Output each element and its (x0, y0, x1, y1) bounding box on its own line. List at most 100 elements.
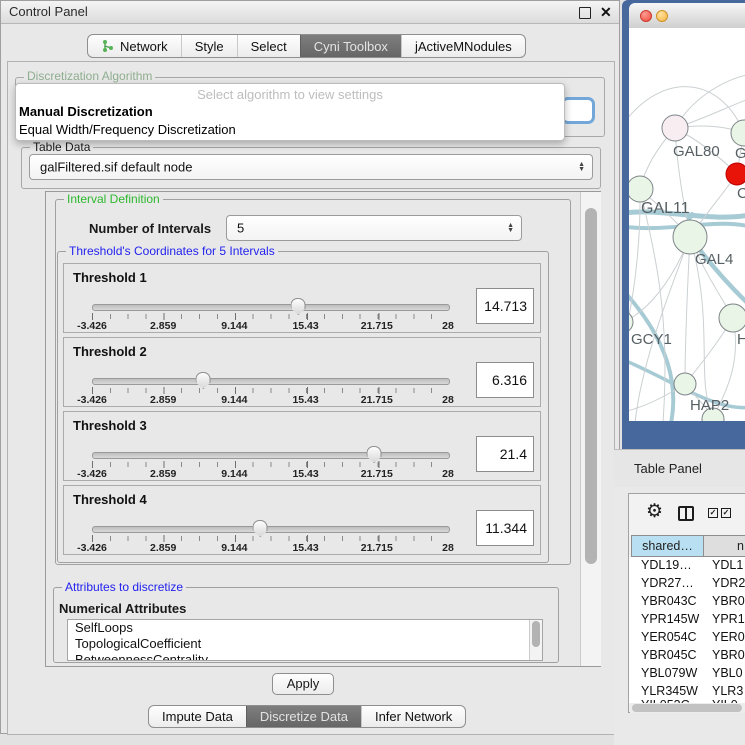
attributes-list-scrollbar-thumb[interactable] (532, 621, 540, 647)
apply-button[interactable]: Apply (272, 673, 334, 695)
attributes-list-scrollbar[interactable] (529, 620, 542, 661)
column-header-shared-name[interactable]: shared… (631, 535, 704, 557)
tick-label: 21.715 (361, 542, 393, 554)
float-window-icon[interactable] (579, 7, 591, 19)
algorithm-option-manual[interactable]: Manual Discretization (19, 104, 153, 119)
tab-network-label: Network (120, 39, 168, 54)
network-view[interactable]: GAL80 GA C GAL11 GAL4 GCY1 H HAP2 (629, 28, 745, 421)
threshold-1-slider[interactable] (92, 304, 450, 311)
number-of-intervals-combobox[interactable]: 5 ▲▼ (226, 215, 522, 241)
table-settings-gear-icon[interactable]: ⚙ (646, 503, 663, 521)
tab-select[interactable]: Select (237, 35, 300, 57)
tick-label: 2.859 (150, 320, 176, 332)
tab-discretize-data[interactable]: Discretize Data (246, 706, 361, 727)
settings-scrollbar[interactable] (580, 192, 601, 666)
tick-label: 9.144 (221, 394, 247, 406)
numerical-attributes-list[interactable]: SelfLoops TopologicalCoefficient Between… (67, 619, 543, 661)
algorithm-option-equal-width[interactable]: Equal Width/Frequency Discretization (19, 122, 236, 137)
threshold-4-slider[interactable] (92, 526, 450, 533)
threshold-3-value-field[interactable]: 21.4 (476, 436, 534, 472)
list-item[interactable]: TopologicalCoefficient (68, 636, 542, 652)
tab-infer-network[interactable]: Infer Network (361, 706, 465, 727)
threshold-2-label: Threshold 2 (73, 344, 147, 359)
table-hscrollbar-thumb[interactable] (632, 704, 742, 712)
cell: YER054C (641, 630, 697, 644)
node-h[interactable] (719, 304, 745, 332)
discretization-algorithm-title: Discretization Algorithm (24, 69, 155, 83)
algorithm-dropdown-popup: Select algorithm to view settings Manual… (15, 83, 565, 141)
tab-network[interactable]: Network (88, 35, 181, 57)
table-row[interactable]: YER054CYER0 (629, 629, 745, 647)
table-data-combobox[interactable]: galFiltered.sif default node ▲▼ (29, 154, 593, 180)
threshold-3-slider[interactable] (92, 452, 450, 459)
tab-cyni-toolbox[interactable]: Cyni Toolbox (300, 35, 401, 57)
close-traffic-light-icon[interactable] (640, 10, 652, 22)
tick-label: 2.859 (150, 468, 176, 480)
settings-scrollbar-thumb[interactable] (585, 208, 597, 564)
nodes (629, 115, 745, 421)
combo-spinner-icon: ▲▼ (578, 162, 585, 172)
threshold-3-label: Threshold 3 (73, 418, 147, 433)
table-row[interactable]: YBL079WYBL0 (629, 665, 745, 683)
screen: Control Panel ✕ Network Style Select Cyn… (0, 0, 745, 745)
tick-label: 15.43 (292, 394, 318, 406)
tab-style-label: Style (195, 39, 224, 54)
threshold-2-slider[interactable] (92, 378, 450, 385)
node-gcy1[interactable] (629, 311, 633, 333)
interval-definition-title: Interval Definition (64, 192, 163, 206)
node-label-gal11: GAL11 (641, 200, 690, 217)
thresholds-group-title: Threshold's Coordinates for 5 Intervals (66, 244, 278, 258)
table-row[interactable]: YDR27…YDR2 (629, 575, 745, 593)
algorithm-combobox[interactable] (561, 97, 595, 124)
control-panel-titlebar[interactable]: Control Panel ✕ (1, 1, 619, 24)
close-icon[interactable]: ✕ (600, 6, 612, 18)
tab-impute-data[interactable]: Impute Data (149, 706, 246, 727)
threshold-2-value-field[interactable]: 6.316 (476, 362, 534, 398)
deselect-all-checkbox-icon[interactable]: ✓ (721, 508, 731, 518)
table-panel-titlebar[interactable]: Table Panel (614, 449, 745, 488)
tick-label: -3.426 (77, 320, 107, 332)
zoom-traffic-light-icon[interactable] (672, 10, 684, 22)
table-rows: YDL19…YDL1 YDR27…YDR2 YBR043CYBR0 YPR145… (629, 557, 745, 703)
node-label-partial: GA (735, 145, 745, 162)
tick-label: 15.43 (292, 320, 318, 332)
tab-jactivemnodules[interactable]: jActiveMNodules (401, 35, 525, 57)
node-cut-right[interactable] (731, 120, 745, 146)
tab-infer-label: Infer Network (375, 709, 452, 724)
node-gal11[interactable] (629, 176, 653, 202)
node-gal4[interactable] (673, 220, 707, 254)
minimize-traffic-light-icon[interactable] (656, 10, 668, 22)
network-graph: GAL80 GA C GAL11 GAL4 GCY1 H HAP2 (629, 28, 745, 421)
tab-style[interactable]: Style (181, 35, 237, 57)
table-hscrollbar[interactable] (630, 703, 745, 713)
node-hap2[interactable] (674, 373, 696, 395)
node-selected-red[interactable] (726, 163, 745, 185)
list-item[interactable]: BetweennessCentrality (68, 652, 542, 661)
tick-label: 9.144 (221, 320, 247, 332)
column-header-name[interactable]: n (704, 535, 745, 557)
select-all-checkbox-icon[interactable]: ✓ (708, 508, 718, 518)
node-gal80[interactable] (662, 115, 688, 141)
table-row[interactable]: YBR045CYBR0 (629, 647, 745, 665)
cell: YLR345W (641, 684, 698, 698)
threshold-2-panel: Threshold 2 -3.426 2.859 9.144 15.43 21.… (63, 337, 541, 407)
node-label-gal80: GAL80 (673, 143, 720, 160)
number-of-intervals-value: 5 (237, 221, 244, 236)
cell: YDL1 (712, 558, 743, 572)
algorithm-placeholder-option[interactable]: Select algorithm to view settings (16, 87, 564, 102)
table-row[interactable]: YDL19…YDL1 (629, 557, 745, 575)
list-item[interactable]: SelfLoops (68, 620, 542, 636)
tick-label: 2.859 (150, 394, 176, 406)
tick-label: 28 (442, 468, 454, 480)
threshold-4-value-field[interactable]: 11.344 (476, 510, 534, 546)
node-label-gal4: GAL4 (695, 251, 733, 268)
network-window-titlebar[interactable] (629, 3, 745, 29)
table-row[interactable]: YBR043CYBR0 (629, 593, 745, 611)
cell: YBR0 (712, 648, 745, 662)
threshold-1-panel: Threshold 1 -3.426 2.859 9.144 15.43 21.… (63, 263, 541, 333)
window-title: Control Panel (9, 4, 88, 19)
threshold-1-value-field[interactable]: 14.713 (476, 288, 534, 324)
column-visibility-icon[interactable] (678, 506, 694, 521)
table-row[interactable]: YPR145WYPR1 (629, 611, 745, 629)
node-label-partial: C (737, 185, 745, 202)
